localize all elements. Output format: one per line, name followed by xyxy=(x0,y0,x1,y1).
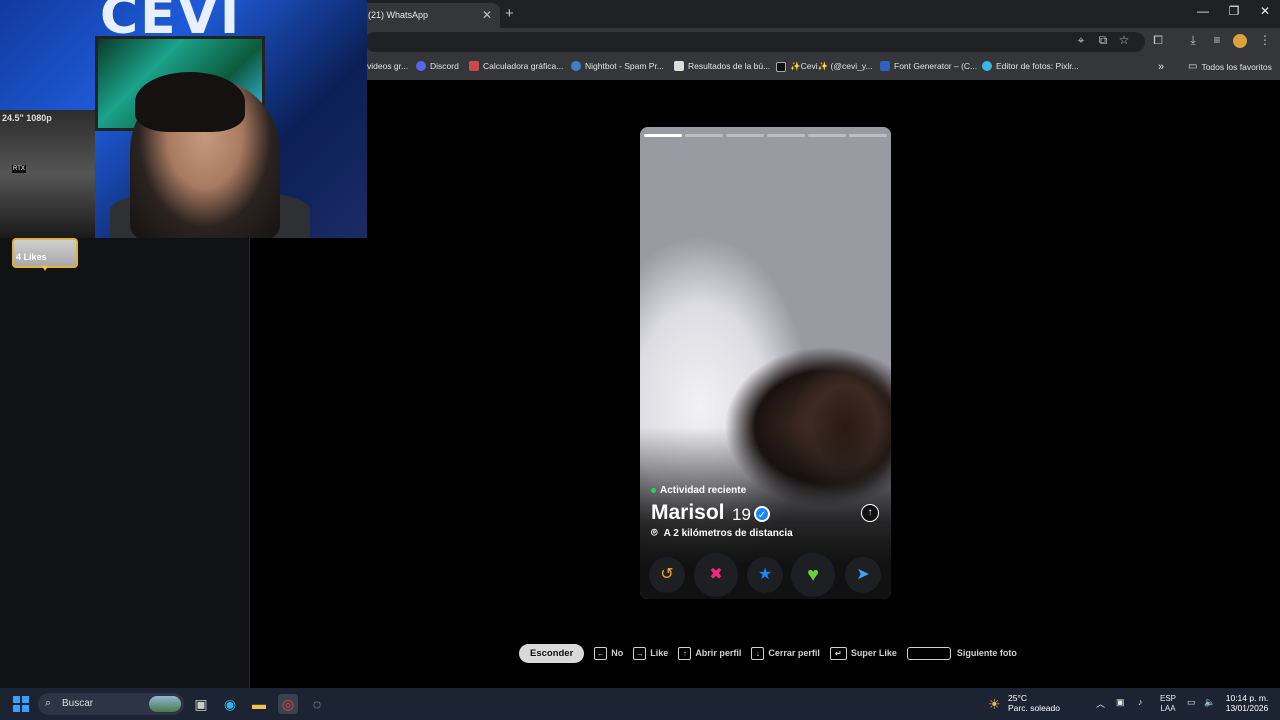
weather-widget[interactable]: 25°C Parc. soleado xyxy=(1008,693,1060,713)
bookmark-item[interactable]: Font Generator – (C... xyxy=(880,61,977,71)
bookmark-item[interactable]: Resultados de la bú... xyxy=(674,61,770,71)
tab-whatsapp[interactable]: (21) WhatsApp ✕ xyxy=(360,3,500,28)
profile-distance: ⌾ A 2 kilómetros de distancia xyxy=(651,527,793,539)
tiktok-icon xyxy=(776,61,786,72)
microphone-icon[interactable]: ♪ xyxy=(1138,697,1143,707)
minimize-icon[interactable]: — xyxy=(1188,4,1218,18)
bookmark-item[interactable]: Nightbot - Spam Pr... xyxy=(571,61,664,71)
weather-icon: ☀ xyxy=(988,696,1001,712)
chrome-icon[interactable]: ◎ xyxy=(278,694,298,714)
photo-progress-segment[interactable] xyxy=(644,134,682,137)
profile-age: 19 xyxy=(732,505,751,524)
verified-badge-icon: ✓ xyxy=(754,506,770,522)
font-generator-icon xyxy=(880,61,890,71)
all-bookmarks-folder[interactable]: ▭ Todos los favoritos xyxy=(1188,61,1272,72)
file-explorer-icon[interactable]: ▬ xyxy=(249,694,269,714)
document-icon xyxy=(674,61,684,71)
profile-card[interactable]: Actividad reciente Marisol 19 ✓ ↑ ⌾ A 2 … xyxy=(640,127,891,599)
network-icon[interactable]: ▭ xyxy=(1187,697,1196,708)
like-button[interactable]: ♥ xyxy=(791,553,835,597)
tray-overflow-icon[interactable]: ︿ xyxy=(1096,697,1105,710)
likes-count: 4 Likes xyxy=(16,252,47,262)
hint-open-profile: ↑ Abrir perfil xyxy=(678,646,741,660)
bookmark-item[interactable]: Calculadora gráfica... xyxy=(469,61,563,71)
extensions-icon[interactable]: ⧠ xyxy=(1150,33,1166,48)
bookmark-item[interactable]: videos gr... xyxy=(367,61,408,71)
profile-name: Marisol xyxy=(651,501,725,524)
task-view-icon[interactable]: ▣ xyxy=(191,694,211,714)
nightbot-icon xyxy=(571,61,581,71)
hint-next-photo: Siguiente foto xyxy=(906,646,1017,660)
hint-no: ← No xyxy=(594,646,623,660)
heart-icon: ♥ xyxy=(42,263,48,274)
swipe-actions: ↺ ✖ ★ ♥ ➤ xyxy=(640,553,891,597)
bookmark-item[interactable]: Editor de fotos: Pixlr... xyxy=(982,61,1079,71)
download-icon[interactable]: ⤓ xyxy=(1185,33,1201,48)
photo-progress-segment[interactable] xyxy=(808,134,846,137)
nope-button[interactable]: ✖ xyxy=(694,553,738,597)
hint-super-like: ↵ Super Like xyxy=(829,646,897,660)
space-key-icon xyxy=(906,646,951,660)
left-arrow-key-icon: ← xyxy=(594,646,608,660)
location-icon[interactable]: ⌖ xyxy=(1073,33,1089,48)
tab-close-icon[interactable]: ✕ xyxy=(482,8,492,22)
right-arrow-key-icon: → xyxy=(633,646,647,660)
search-icon: ⌕ xyxy=(45,697,52,709)
open-profile-button[interactable]: ↑ xyxy=(861,504,879,522)
close-window-icon[interactable]: ✕ xyxy=(1250,4,1280,18)
edge-icon[interactable]: ◉ xyxy=(220,694,240,714)
windows-start-icon[interactable] xyxy=(13,696,29,712)
keyboard-hints: Esconder ← No → Like ↑ Abrir perfil ↓ Cerrar… xyxy=(519,643,1017,663)
photo-progress-segment[interactable] xyxy=(685,134,723,137)
folder-icon: ▭ xyxy=(1188,61,1198,72)
webcam-rtx-label: RTX xyxy=(12,165,26,173)
boost-button[interactable]: ➤ xyxy=(845,557,881,593)
bookmark-item[interactable]: ✨Cevi✨ (@cevi_y... xyxy=(776,61,873,72)
new-tab-icon[interactable]: + xyxy=(505,5,514,22)
pixlr-icon xyxy=(982,61,992,71)
enter-key-icon: ↵ xyxy=(829,646,847,660)
webcam-monitor-label: 24.5" 1080p xyxy=(2,113,52,123)
photo-progress-segment[interactable] xyxy=(726,134,764,137)
star-icon[interactable]: ☆ xyxy=(1116,33,1132,47)
search-highlight-image xyxy=(149,696,181,712)
down-arrow-key-icon: ↓ xyxy=(751,646,765,660)
address-bar[interactable] xyxy=(365,32,1145,52)
up-arrow-key-icon: ↑ xyxy=(678,646,692,660)
tray-app-icon[interactable]: ▣ xyxy=(1116,697,1125,708)
rewind-button[interactable]: ↺ xyxy=(649,557,685,593)
super-like-button[interactable]: ★ xyxy=(747,557,783,593)
webcam-overlay: CEVI 24.5" 1080p RTX xyxy=(0,0,367,238)
taskbar-clock[interactable]: 10:14 p. m. 13/01/2026 xyxy=(1222,693,1272,713)
restore-icon[interactable]: ❐ xyxy=(1219,4,1249,18)
photo-progress-segment[interactable] xyxy=(849,134,887,137)
hide-hints-button[interactable]: Esconder xyxy=(519,643,585,663)
hint-close-profile: ↓ Cerrar perfil xyxy=(751,646,820,660)
discord-icon xyxy=(416,61,426,71)
location-pin-icon: ⌾ xyxy=(651,527,658,539)
obs-icon[interactable]: ◌ xyxy=(307,694,327,714)
profile-avatar-icon[interactable] xyxy=(1233,34,1247,48)
more-bookmarks-icon[interactable]: » xyxy=(1158,61,1164,73)
bookmark-item[interactable]: Discord xyxy=(416,61,459,71)
webcam-pc-case xyxy=(0,110,95,238)
language-indicator[interactable]: ESP LAA xyxy=(1160,694,1176,714)
activity-status: Actividad reciente xyxy=(651,485,746,496)
install-icon[interactable]: ⧉ xyxy=(1095,33,1111,48)
photo-progress-segment[interactable] xyxy=(767,134,805,137)
online-dot-icon xyxy=(651,488,656,493)
media-icon[interactable]: ≡ xyxy=(1209,33,1225,47)
desmos-icon xyxy=(469,61,479,71)
tab-title: (21) WhatsApp xyxy=(368,10,429,20)
volume-icon[interactable]: 🔈 xyxy=(1204,697,1215,708)
webcam-person-hair xyxy=(135,72,245,132)
hint-like: → Like xyxy=(633,646,668,660)
menu-icon[interactable]: ⋮ xyxy=(1257,33,1273,47)
